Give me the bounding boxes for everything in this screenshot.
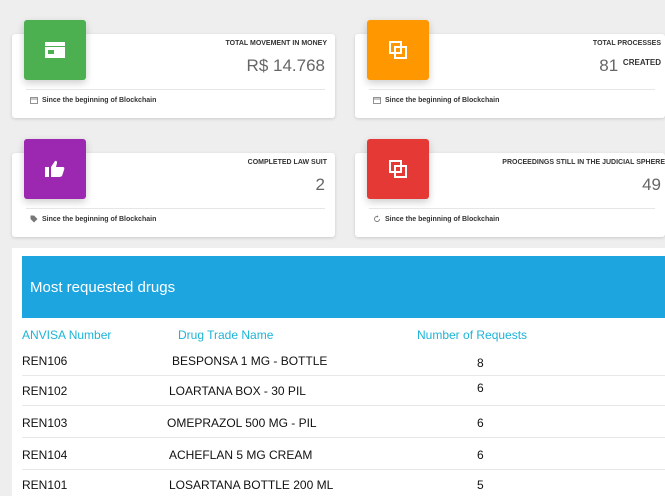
refresh-icon — [374, 215, 380, 222]
copy-icon — [389, 160, 407, 178]
calendar-icon — [373, 97, 381, 104]
cell-requests: 8 — [477, 356, 484, 370]
cell-anvisa: REN101 — [22, 478, 68, 492]
cell-anvisa: REN103 — [22, 416, 68, 430]
divider — [26, 208, 325, 209]
card-title: TOTAL MOVEMENT IN MONEY — [225, 40, 327, 47]
card-value: 49 — [642, 175, 661, 194]
cell-anvisa: REN106 — [22, 354, 68, 368]
column-header-anvisa[interactable]: ANVISA Number — [22, 328, 111, 342]
cell-drug-name: LOSARTANA BOTTLE 200 ML — [169, 478, 334, 492]
cell-drug-name: BESPONSA 1 MG - BOTTLE — [172, 354, 328, 368]
cell-requests: 6 — [477, 381, 484, 395]
card-footer: Since the beginning of Blockchain — [30, 215, 156, 223]
cell-requests: 5 — [477, 478, 484, 492]
store-icon — [45, 42, 65, 58]
card-title: PROCEEDINGS STILL IN THE JUDICIAL SPHERE — [502, 159, 665, 166]
stat-card-proceedings: PROCEEDINGS STILL IN THE JUDICIAL SPHERE… — [355, 139, 665, 237]
column-header-requests[interactable]: Number of Requests — [417, 328, 527, 342]
thumbs-up-icon-box — [24, 139, 86, 199]
card-value: R$ 14.768 — [246, 56, 325, 75]
divider — [369, 89, 655, 90]
card-value: 81 CREATED — [599, 56, 661, 75]
table-row[interactable]: REN104 ACHEFLAN 5 MG CREAM 6 — [22, 440, 665, 470]
cell-drug-name: OMEPRAZOL 500 MG - PIL — [167, 416, 317, 430]
divider — [369, 208, 655, 209]
column-header-drug-name[interactable]: Drug Trade Name — [178, 328, 273, 342]
copy-icon-box — [367, 139, 429, 199]
table-row[interactable]: REN102 LOARTANA BOX - 30 PIL 6 — [22, 376, 665, 406]
store-icon-box — [24, 20, 86, 80]
card-value: 2 — [315, 175, 325, 194]
card-footer: Since the beginning of Blockchain — [373, 215, 499, 223]
calendar-icon — [30, 97, 38, 104]
cell-anvisa: REN104 — [22, 448, 68, 462]
thumbs-up-icon — [45, 160, 65, 177]
card-footer: Since the beginning of Blockchain — [373, 96, 499, 104]
cell-anvisa: REN102 — [22, 384, 68, 398]
cell-drug-name: ACHEFLAN 5 MG CREAM — [169, 448, 313, 462]
divider — [26, 89, 325, 90]
cell-drug-name: LOARTANA BOX - 30 PIL — [169, 384, 306, 398]
table-row[interactable]: REN103 OMEPRAZOL 500 MG - PIL 6 — [22, 408, 665, 438]
copy-icon-box — [367, 20, 429, 80]
table-row[interactable]: REN106 BESPONSA 1 MG - BOTTLE 8 — [22, 346, 665, 376]
cell-requests: 6 — [477, 416, 484, 430]
table-row[interactable]: REN101 LOSARTANA BOTTLE 200 ML 5 — [22, 470, 665, 496]
card-footer: Since the beginning of Blockchain — [30, 96, 156, 104]
copy-icon — [389, 41, 407, 59]
stat-card-processes: TOTAL PROCESSES 81 CREATED Since the beg… — [355, 20, 665, 118]
stat-card-money: TOTAL MOVEMENT IN MONEY R$ 14.768 Since … — [12, 20, 335, 118]
table-header: Most requested drugs — [22, 256, 665, 318]
stat-card-law-suit: COMPLETED LAW SUIT 2 Since the beginning… — [12, 139, 335, 237]
most-requested-drugs-table: Most requested drugs ANVISA Number Drug … — [12, 248, 665, 496]
card-title: TOTAL PROCESSES — [592, 40, 661, 47]
card-title: COMPLETED LAW SUIT — [247, 159, 327, 166]
table-title: Most requested drugs — [30, 278, 176, 296]
cell-requests: 6 — [477, 448, 484, 462]
tag-icon — [30, 215, 38, 223]
